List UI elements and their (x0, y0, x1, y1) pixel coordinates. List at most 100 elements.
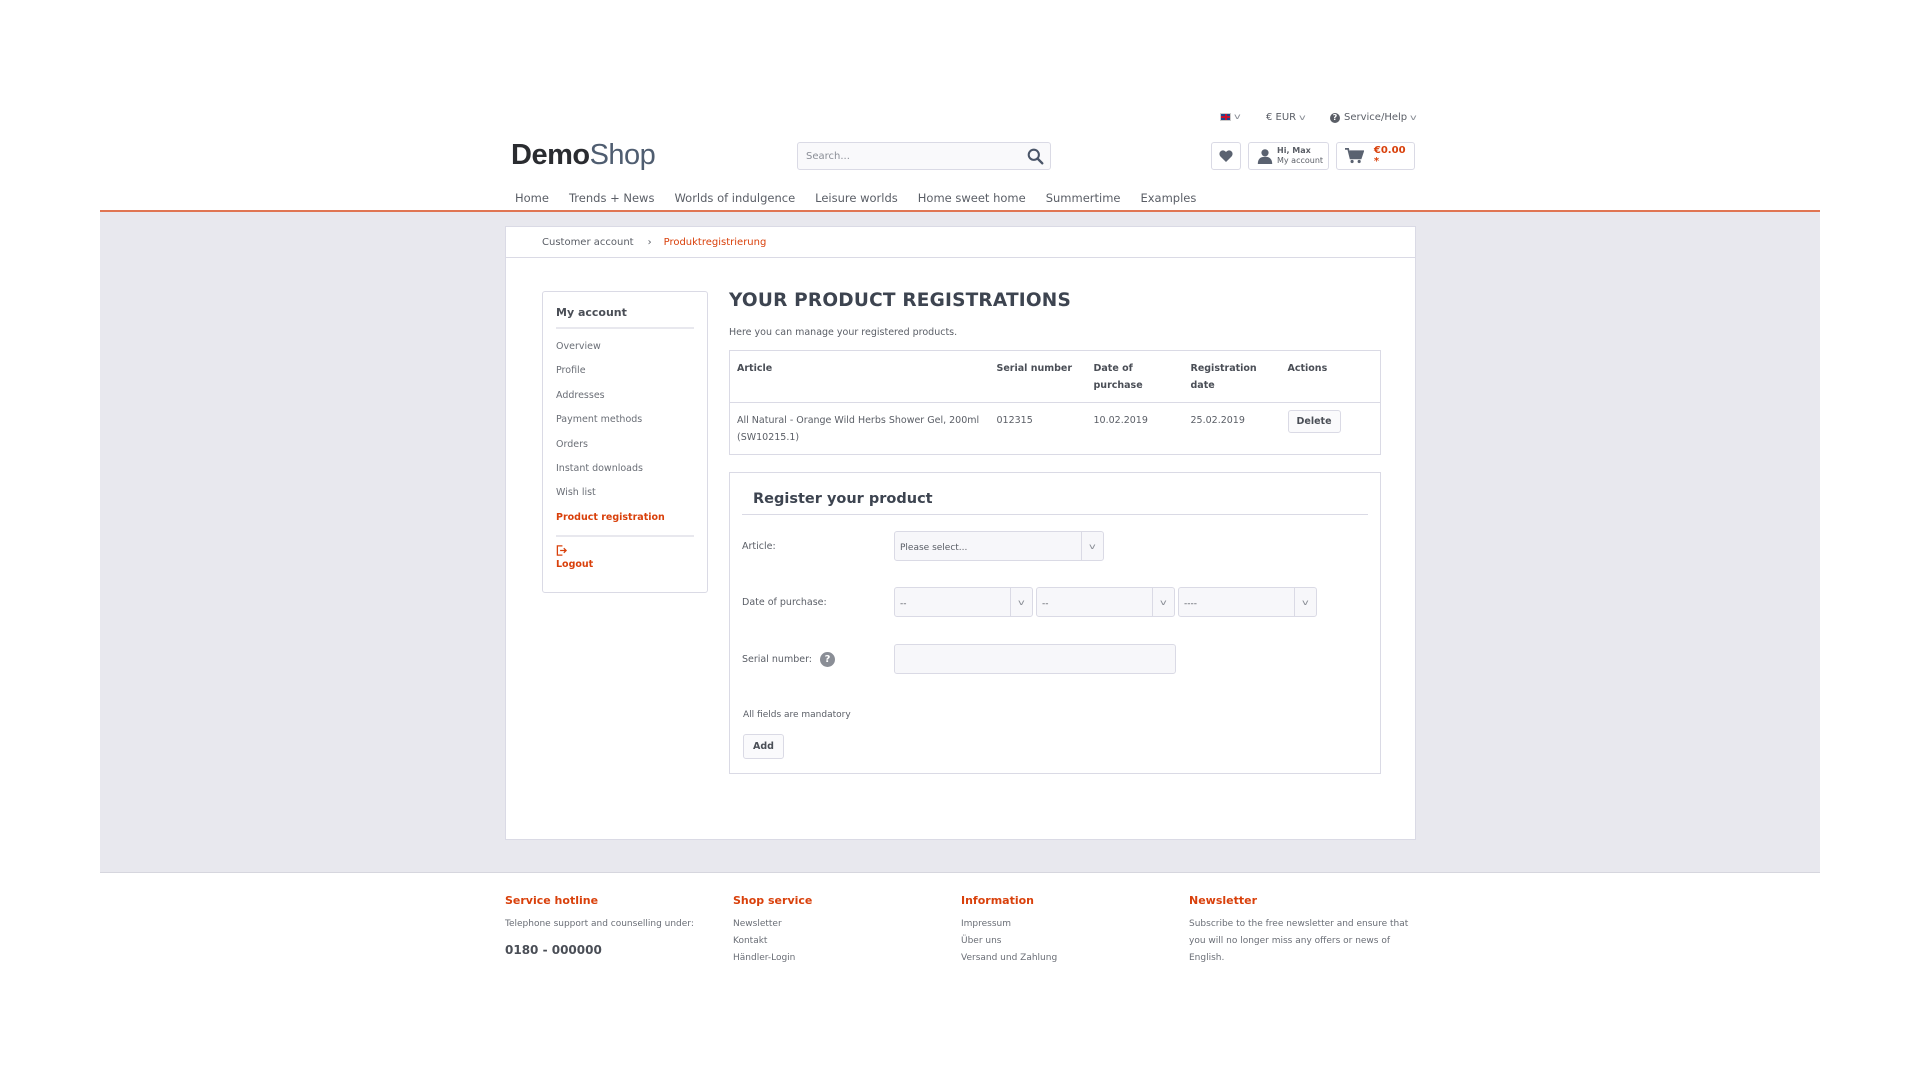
cell-article: All Natural - Orange Wild Herbs Shower G… (737, 415, 980, 443)
article-select[interactable]: Please select... v (894, 531, 1104, 561)
footer-newsletter: Newsletter Subscribe to the free newslet… (1189, 894, 1417, 967)
table-header-row: Article Serial number Date of purchase R… (729, 350, 1381, 403)
help-icon[interactable]: ? (820, 651, 836, 667)
sidebar-item-instant-downloads[interactable]: Instant downloads (556, 462, 694, 486)
date-row: Date of purchase: -- v -- v ---- v (742, 587, 1317, 617)
footer-service-hotline: Service hotline Telephone support and co… (505, 894, 733, 967)
main-content: YOUR PRODUCT REGISTRATIONS Here you can … (729, 282, 1381, 774)
account-button[interactable]: Hi, Max My account (1248, 142, 1329, 170)
sidebar-item-addresses[interactable]: Addresses (556, 389, 694, 413)
footer-hotline-title: Service hotline (505, 894, 599, 907)
serial-row: Serial number: ? (742, 644, 1176, 674)
day-select[interactable]: -- v (894, 587, 1033, 617)
mandatory-note: All fields are mandatory (743, 710, 851, 720)
page-title: YOUR PRODUCT REGISTRATIONS (729, 290, 1071, 311)
nav-item-trends-news[interactable]: Trends + News (569, 191, 655, 205)
column-header-purchase-date: Date of purchase (1086, 350, 1184, 403)
nav-item-home[interactable]: Home (515, 191, 549, 205)
month-select-value: -- (1042, 599, 1049, 609)
footer-link-kontakt[interactable]: Kontakt (733, 933, 961, 950)
currency-label: € EUR (1266, 112, 1297, 123)
cell-registration-date: 25.02.2019 (1190, 415, 1245, 426)
add-button[interactable]: Add (743, 734, 784, 759)
column-header-serial: Serial number (989, 350, 1087, 403)
page-intro: Here you can manage your registered prod… (729, 327, 958, 338)
account-sidebar: My account Overview Profile Addresses Pa… (542, 291, 708, 593)
footer-shop-service: Shop service Newsletter Kontakt Händler-… (733, 894, 961, 967)
sidebar-divider (556, 535, 694, 538)
shop-logo[interactable]: DemoShop (511, 139, 656, 172)
sidebar-item-product-registration[interactable]: Product registration (556, 511, 694, 535)
month-select[interactable]: -- v (1036, 587, 1175, 617)
heart-icon (1219, 150, 1233, 162)
date-label: Date of purchase: (742, 596, 827, 608)
register-product-form: Register your product Article: Please se… (729, 472, 1381, 774)
logout-link[interactable]: Logout (556, 545, 694, 570)
article-label: Article: (742, 540, 776, 552)
search-input[interactable] (798, 143, 1008, 169)
year-select[interactable]: ---- v (1178, 587, 1317, 617)
logo-light: Shop (589, 139, 656, 171)
year-select-value: ---- (1184, 599, 1197, 609)
cart-button[interactable]: €0.00 * (1336, 142, 1415, 170)
article-select-value: Please select... (900, 543, 968, 553)
cart-icon (1345, 148, 1364, 164)
footer-newsletter-title: Newsletter (1189, 894, 1258, 907)
article-row: Article: Please select... v (742, 531, 1104, 561)
chevron-right-icon: › (647, 236, 652, 248)
column-header-article: Article (729, 350, 990, 403)
serial-number-input[interactable] (894, 644, 1176, 674)
search-icon[interactable] (1027, 148, 1044, 165)
nav-item-examples[interactable]: Examples (1140, 191, 1196, 205)
nav-item-home-sweet-home[interactable]: Home sweet home (918, 191, 1026, 205)
content-card: Customer account › Produktregistrierung … (505, 226, 1416, 840)
footer-link-ueber-uns[interactable]: Über uns (961, 933, 1189, 950)
footer-hotline-phone: 0180 - 000000 (505, 943, 602, 957)
language-switcher[interactable]: v (1220, 112, 1241, 121)
help-icon: ? (1330, 112, 1340, 123)
chevron-down-icon: v (1410, 113, 1417, 122)
footer-link-versand[interactable]: Versand und Zahlung (961, 950, 1189, 967)
sidebar-item-profile[interactable]: Profile (556, 364, 694, 388)
sidebar-item-wish-list[interactable]: Wish list (556, 486, 694, 510)
form-title: Register your product (742, 491, 1368, 515)
footer-hotline-text: Telephone support and counselling under: (505, 919, 694, 929)
footer-shop-service-title: Shop service (733, 894, 813, 907)
footer-information-title: Information (961, 894, 1034, 907)
column-header-actions: Actions (1280, 350, 1381, 403)
serial-label-wrap: Serial number: ? (742, 651, 894, 667)
account-greeting: Hi, Max (1277, 146, 1311, 155)
chevron-down-icon: v (1294, 588, 1316, 616)
sidebar-item-overview[interactable]: Overview (556, 340, 694, 364)
breadcrumb-current[interactable]: Produktregistrierung (664, 237, 767, 248)
registrations-table: Article Serial number Date of purchase R… (729, 350, 1381, 455)
nav-item-summertime[interactable]: Summertime (1046, 191, 1121, 205)
footer: Service hotline Telephone support and co… (505, 894, 1417, 967)
logout-label: Logout (556, 559, 594, 571)
nav-item-worlds-of-indulgence[interactable]: Worlds of indulgence (674, 191, 795, 205)
column-header-registration-date: Registration date (1183, 350, 1281, 403)
cell-actions: Delete (1281, 403, 1381, 455)
currency-switcher[interactable]: € EUR v (1266, 112, 1306, 123)
breadcrumb-customer-account[interactable]: Customer account (542, 237, 634, 248)
service-help-menu[interactable]: ? Service/Help v (1330, 112, 1417, 123)
chevron-down-icon: v (1152, 588, 1174, 616)
logo-bold: Demo (511, 139, 590, 171)
account-label: My account (1277, 156, 1324, 165)
footer-link-newsletter[interactable]: Newsletter (733, 916, 961, 933)
search-box (797, 142, 1051, 170)
delete-button[interactable]: Delete (1287, 410, 1341, 433)
sidebar-title: My account (556, 306, 694, 329)
sidebar-item-payment-methods[interactable]: Payment methods (556, 413, 694, 437)
footer-link-impressum[interactable]: Impressum (961, 916, 1189, 933)
footer-link-haendler-login[interactable]: Händler-Login (733, 950, 961, 967)
sidebar-item-orders[interactable]: Orders (556, 438, 694, 462)
logout-icon (556, 545, 567, 556)
nav-item-leisure-worlds[interactable]: Leisure worlds (815, 191, 898, 205)
user-icon (1257, 149, 1273, 164)
chevron-down-icon: v (1234, 112, 1241, 121)
day-select-value: -- (900, 599, 907, 609)
chevron-down-icon: v (1081, 532, 1103, 560)
wishlist-button[interactable] (1211, 142, 1241, 170)
footer-information: Information Impressum Über uns Versand u… (961, 894, 1189, 967)
